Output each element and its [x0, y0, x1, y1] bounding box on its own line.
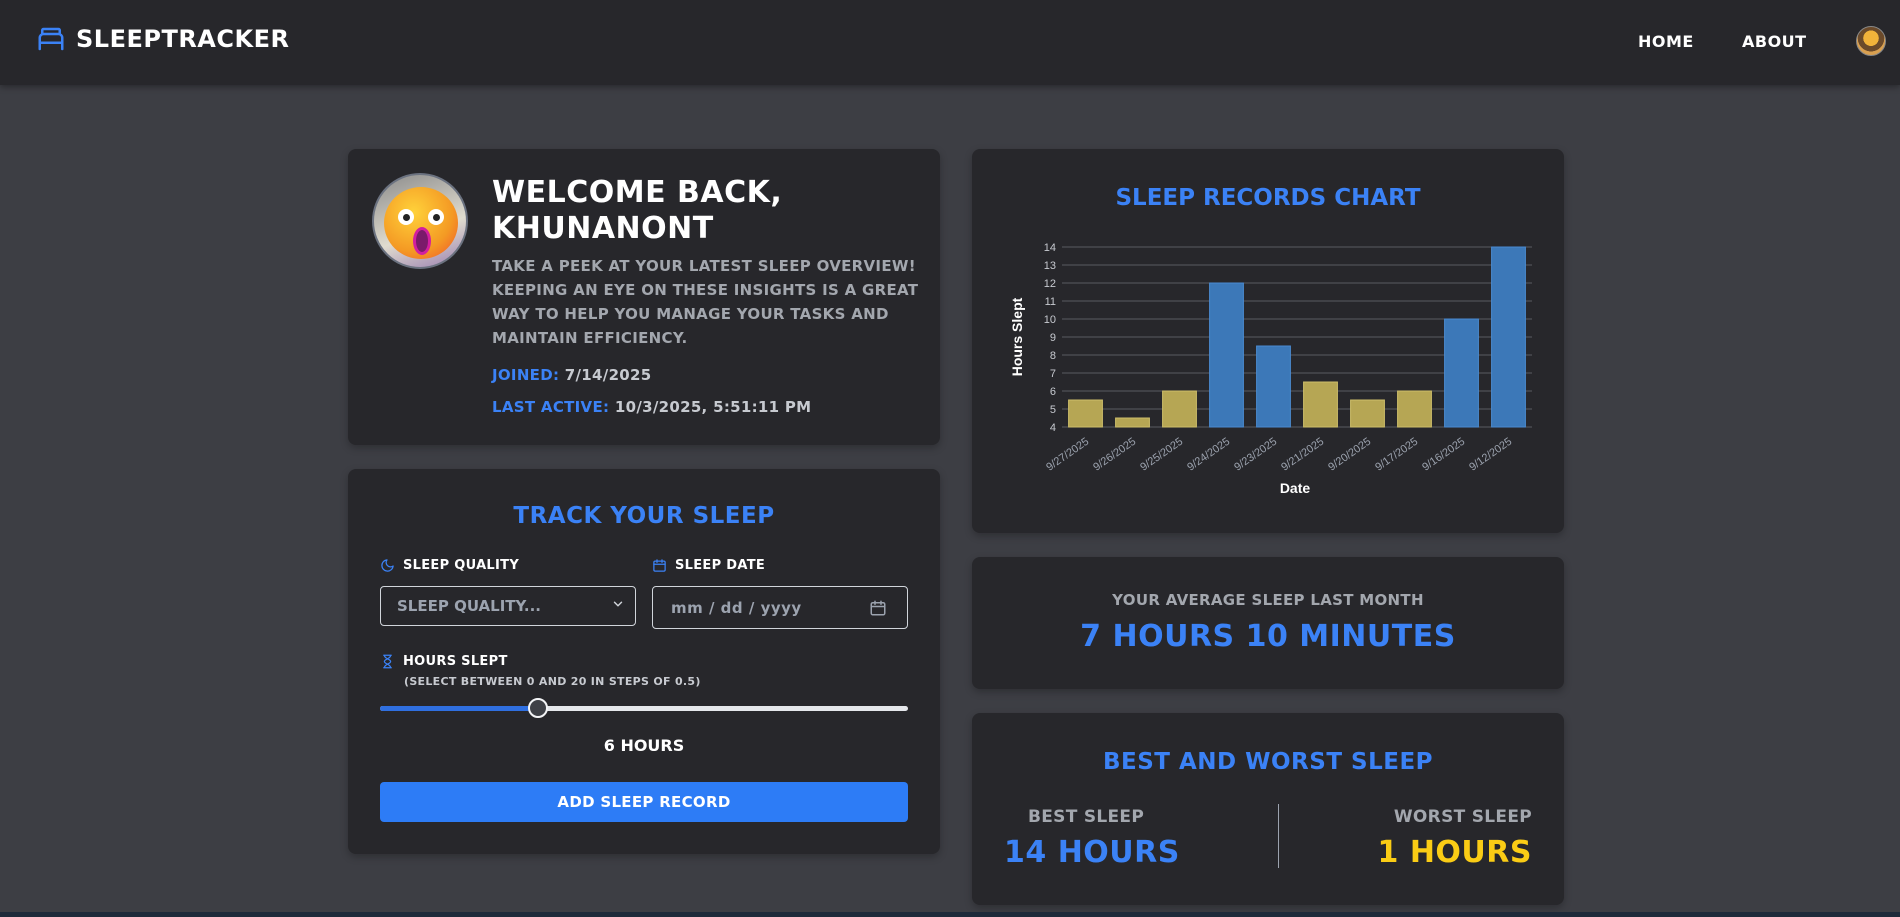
chart-x-tick-label: 9/20/2025	[1326, 436, 1373, 474]
chart-x-tick-label: 9/27/2025	[1044, 436, 1091, 474]
best-sleep-label: Best Sleep	[1028, 807, 1145, 827]
chart-bar	[1256, 345, 1291, 428]
last-active-line: Last Active: 10/3/2025, 5:51:11 PM	[492, 398, 811, 416]
chart-y-tick-label: 14	[1044, 242, 1056, 254]
best-sleep-value: 14 Hours	[1004, 835, 1180, 870]
chart-y-tick-label: 11	[1045, 296, 1056, 308]
average-sleep-value: 7 Hours 10 Minutes	[1080, 619, 1456, 654]
chart-bar	[1209, 282, 1244, 428]
calendar-icon	[653, 559, 666, 572]
divider	[1278, 804, 1279, 868]
surprised-emoji-image	[384, 187, 458, 259]
chart-x-tick-label: 9/16/2025	[1420, 436, 1467, 474]
hours-slept-label-text: Hours Slept	[403, 654, 508, 669]
chart-x-axis-label: Date	[1280, 480, 1311, 496]
sleep-quality-label-text: Sleep Quality	[403, 558, 520, 573]
sleep-quality-placeholder: Sleep Quality...	[397, 597, 541, 615]
worst-sleep-value: 1 Hours	[1377, 835, 1532, 870]
chart-bar	[1162, 390, 1197, 428]
hours-slider-fill	[380, 706, 539, 711]
welcome-description: Take a peek at your latest sleep overvie…	[492, 257, 919, 347]
top-navbar: SleepTracker Home About	[0, 0, 1900, 85]
hours-value: 6 hours	[603, 736, 685, 755]
sleep-date-label-text: Sleep Date	[675, 558, 766, 573]
chart-bar	[1115, 417, 1150, 428]
last-active-label: Last Active:	[492, 398, 610, 416]
welcome-title: Welcome back, Khunanont	[492, 175, 783, 246]
chart-bar	[1350, 399, 1385, 428]
nav-link-about[interactable]: About	[1742, 32, 1807, 51]
joined-line: Joined: 7/14/2025	[492, 366, 652, 384]
chart-bar	[1444, 318, 1479, 428]
best-worst-card: Best and Worst Sleep Best Sleep 14 Hours…	[972, 713, 1564, 905]
average-sleep-card: Your Average Sleep Last Month 7 Hours 10…	[972, 557, 1564, 689]
chart-bar	[1303, 381, 1338, 428]
calendar-picker-icon[interactable]	[869, 599, 887, 617]
hours-slept-label: Hours Slept	[380, 654, 508, 669]
chart-y-tick-label: 9	[1050, 332, 1056, 344]
profile-picture	[372, 173, 468, 269]
chart-y-tick-label: 8	[1050, 350, 1056, 362]
moon-icon	[381, 559, 394, 572]
bed-icon	[38, 27, 64, 51]
hours-slider[interactable]	[380, 698, 908, 718]
joined-label: Joined:	[492, 366, 560, 384]
chart-x-tick-label: 9/17/2025	[1373, 436, 1420, 474]
last-active-value: 10/3/2025, 5:51:11 PM	[614, 398, 812, 416]
user-avatar[interactable]	[1856, 26, 1886, 56]
chart-x-tick-label: 9/25/2025	[1138, 436, 1185, 474]
brand-name: SleepTracker	[76, 25, 290, 53]
welcome-card: Welcome back, Khunanont Take a peek at y…	[348, 149, 940, 445]
sleep-quality-label: Sleep Quality	[380, 558, 519, 573]
best-worst-title: Best and Worst Sleep	[1102, 749, 1434, 775]
chart-y-tick-label: 5	[1050, 404, 1056, 416]
hourglass-icon	[383, 654, 392, 669]
chart-x-tick-label: 9/24/2025	[1185, 436, 1232, 474]
chart-bar	[1397, 390, 1432, 428]
sleep-chart-card: SLEEP RECORDS CHART 4 5 6 7 8 9 10 11 12 13 14 9/2…	[972, 149, 1564, 533]
hours-slider-thumb[interactable]	[528, 698, 549, 718]
track-title: Track Your Sleep	[513, 503, 775, 529]
chevron-down-icon	[613, 601, 623, 607]
track-sleep-card: Track Your Sleep Sleep Quality Sleep Qua…	[348, 469, 940, 854]
bottom-strip	[0, 912, 1900, 917]
chart-y-axis-label: Hours Slept	[1009, 297, 1025, 376]
chart-x-tick-label: 9/12/2025	[1467, 436, 1514, 474]
average-sleep-label: Your Average Sleep Last Month	[1112, 591, 1424, 609]
sleep-date-placeholder: mm / dd / yyyy	[671, 599, 802, 617]
chart-y-tick-label: 4	[1050, 422, 1056, 434]
nav-link-home[interactable]: Home	[1638, 32, 1694, 51]
sleep-quality-select[interactable]: Sleep Quality...	[380, 586, 636, 626]
chart-y-tick-label: 12	[1044, 278, 1056, 290]
chart-bar	[1491, 246, 1526, 428]
chart-title: SLEEP RECORDS CHART	[1115, 185, 1420, 211]
chart-x-tick-label: 9/23/2025	[1232, 436, 1279, 474]
chart-y-tick-label: 10	[1044, 314, 1056, 326]
worst-sleep-label: Worst Sleep	[1393, 807, 1532, 827]
brand-link[interactable]: SleepTracker	[36, 24, 289, 54]
chart-y-tick-label: 13	[1044, 260, 1056, 272]
chart-y-tick-label: 7	[1050, 368, 1056, 380]
chart-y-tick-label: 6	[1050, 386, 1056, 398]
chart-x-tick-label: 9/21/2025	[1279, 436, 1326, 474]
sleep-date-input[interactable]: mm / dd / yyyy	[652, 586, 908, 629]
hours-hint: (Select between 0 and 20 in steps of 0.5…	[404, 675, 701, 688]
joined-value: 7/14/2025	[564, 366, 652, 384]
add-sleep-record-button[interactable]: Add Sleep Record	[380, 782, 908, 822]
chart-bar	[1068, 399, 1103, 428]
sleep-records-chart: SLEEP RECORDS CHART 4 5 6 7 8 9 10 11 12 13 14 9/2…	[1009, 185, 1532, 496]
sleep-date-label: Sleep Date	[652, 558, 765, 573]
chart-x-tick-label: 9/26/2025	[1091, 436, 1138, 474]
